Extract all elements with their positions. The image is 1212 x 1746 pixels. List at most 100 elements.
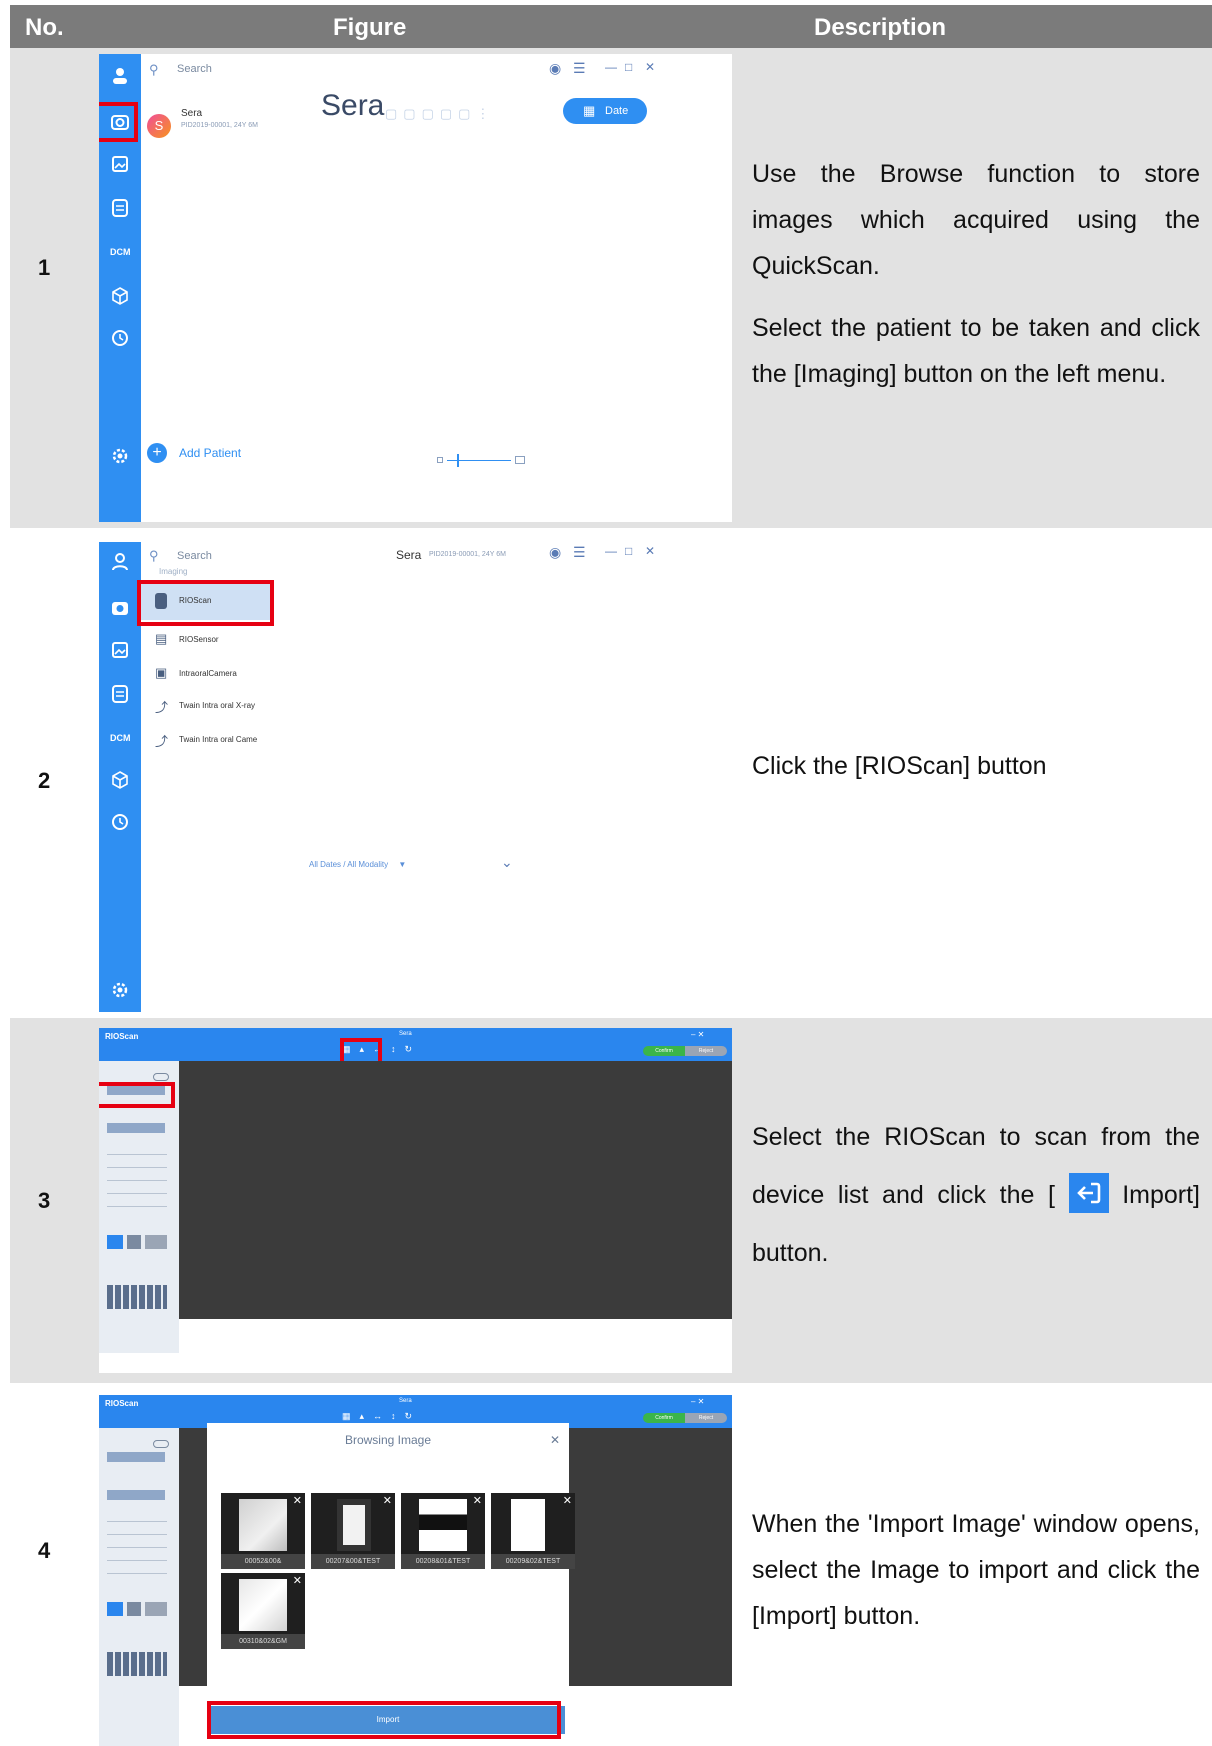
description-cell: When the 'Import Image' window opens, se…: [752, 1501, 1200, 1655]
person-icon[interactable]: [110, 66, 130, 86]
table-row: 3 RIOScan Sera ▦▴↔↕↻ – ✕ Confirm Reject: [10, 1018, 1212, 1383]
header-figure: Figure: [333, 14, 407, 41]
device-item-intraoral-camera[interactable]: ▣ IntraoralCamera: [141, 660, 286, 690]
device-item-twain-camera[interactable]: ⤴ Twain Intra oral Came: [141, 726, 286, 756]
avatar: S: [147, 114, 171, 138]
window-controls[interactable]: – ✕: [691, 1397, 704, 1406]
table-row: 4 RIOScan Sera ▦▴↔↕↻ – ✕ Confirm Reject …: [10, 1383, 1212, 1746]
chevron-down-icon[interactable]: ⌄: [501, 854, 513, 871]
device-toggle[interactable]: [153, 1440, 169, 1448]
date-button[interactable]: ▦ Date: [563, 98, 647, 124]
device-item-label: IntraoralCamera: [179, 669, 237, 678]
image-thumbnail[interactable]: ✕ 00207&00&TEST: [311, 1493, 395, 1569]
description-text: Use the Browse function to store images …: [752, 160, 1200, 280]
confirm-button[interactable]: Confirm: [643, 1046, 685, 1056]
window-title-name: Sera: [396, 548, 422, 562]
description-text: Select the RIOScan to scan from the devi…: [752, 1108, 1200, 1282]
add-patient-icon[interactable]: +: [147, 443, 167, 463]
table-row: 2 DCM ⚲ Search Imaging RIOScan ▤ RIOSens…: [10, 528, 1212, 1018]
close-icon[interactable]: ✕: [645, 60, 655, 74]
device-select[interactable]: [107, 1452, 165, 1462]
row-number: 1: [38, 255, 51, 280]
remove-icon[interactable]: ✕: [293, 1494, 302, 1507]
document-icon[interactable]: [110, 198, 130, 218]
layout-options[interactable]: [107, 1235, 167, 1249]
history-icon[interactable]: [110, 328, 130, 348]
camera-icon[interactable]: [110, 598, 130, 618]
zoom-slider[interactable]: [437, 454, 525, 468]
layout-options[interactable]: [107, 1602, 167, 1616]
close-icon[interactable]: ✕: [645, 544, 655, 558]
highlight-device-list: [99, 1082, 175, 1108]
adjust-sliders[interactable]: [107, 1146, 167, 1218]
app-sidebar: DCM: [99, 542, 141, 1012]
person-icon[interactable]: [110, 552, 130, 572]
search-icon[interactable]: ⚲: [149, 548, 159, 564]
user-icon[interactable]: ◉: [549, 60, 561, 77]
remove-icon[interactable]: ✕: [563, 1494, 572, 1507]
cube-icon[interactable]: [110, 770, 130, 790]
toolbar-icons[interactable]: ▦▴↔↕↻: [342, 1411, 421, 1422]
toolbar-icons[interactable]: ▢▢▢▢▢⋮: [385, 106, 495, 122]
minimize-icon[interactable]: —: [605, 544, 617, 558]
remove-icon[interactable]: ✕: [383, 1494, 392, 1507]
image-position-grid[interactable]: [107, 1285, 167, 1309]
maximize-icon[interactable]: □: [625, 60, 632, 74]
search-input[interactable]: Search: [177, 550, 212, 562]
image-thumbnail[interactable]: ✕ 00052&00&: [221, 1493, 305, 1569]
processing-select[interactable]: [107, 1490, 165, 1500]
import-icon: [1068, 1173, 1109, 1214]
device-toggle[interactable]: [153, 1073, 169, 1081]
dicom-icon[interactable]: DCM: [110, 242, 131, 262]
rioscan-titlebar: RIOScan Sera ▦▴↔↕↻ – ✕ Confirm Reject: [99, 1028, 732, 1061]
processing-select[interactable]: [107, 1123, 165, 1133]
window-controls[interactable]: – ✕: [691, 1030, 704, 1039]
document-icon[interactable]: [110, 684, 130, 704]
minimize-icon[interactable]: —: [605, 60, 617, 74]
image-thumbnail[interactable]: ✕ 00208&01&TEST: [401, 1493, 485, 1569]
thumbnail-caption: 00052&00&: [221, 1554, 305, 1569]
browsing-image-dialog: Browsing Image ✕ ✕ 00052&00& ✕ 00207&00&…: [207, 1423, 575, 1746]
confirm-button[interactable]: Confirm: [643, 1413, 685, 1423]
settings-icon[interactable]: [110, 980, 130, 1000]
maximize-icon[interactable]: □: [625, 544, 632, 558]
date-button-label: Date: [605, 105, 629, 117]
patient-title: Sera: [321, 89, 385, 122]
highlight-import-dialog-button: [207, 1701, 561, 1739]
image-thumbnail[interactable]: ✕ 00209&02&TEST: [491, 1493, 575, 1569]
image-position-grid[interactable]: [107, 1652, 167, 1676]
device-item-riosensor[interactable]: ▤ RIOSensor: [141, 626, 286, 656]
row-number: 2: [38, 768, 51, 793]
reject-button[interactable]: Reject: [685, 1413, 727, 1423]
image-icon[interactable]: [110, 640, 130, 660]
device-item-label: Twain Intra oral X-ray: [179, 701, 256, 710]
filter-label: All Dates / All Modality: [309, 860, 389, 869]
settings-icon[interactable]: [110, 446, 130, 466]
image-icon[interactable]: [110, 154, 130, 174]
search-icon[interactable]: ⚲: [149, 62, 159, 78]
cube-icon[interactable]: [110, 286, 130, 306]
search-input[interactable]: Search: [177, 63, 212, 75]
add-patient-button[interactable]: Add Patient: [179, 446, 241, 460]
dicom-icon[interactable]: DCM: [110, 728, 131, 748]
figure-browsing-image-window: RIOScan Sera ▦▴↔↕↻ – ✕ Confirm Reject Br…: [99, 1395, 732, 1746]
window-title: Sera: [399, 1398, 412, 1404]
remove-icon[interactable]: ✕: [473, 1494, 482, 1507]
network-icon[interactable]: ☰: [573, 544, 586, 561]
app-name: RIOScan: [105, 1399, 139, 1408]
history-icon[interactable]: [110, 812, 130, 832]
highlight-imaging-button: [99, 102, 138, 142]
remove-icon[interactable]: ✕: [293, 1574, 302, 1587]
adjust-sliders[interactable]: [107, 1513, 167, 1585]
filter-dropdown[interactable]: All Dates / All Modality ▼: [309, 860, 406, 869]
image-thumbnail[interactable]: ✕ 00310&02&GM: [221, 1573, 305, 1649]
network-icon[interactable]: ☰: [573, 60, 586, 77]
device-item-twain-xray[interactable]: ⤴ Twain Intra oral X-ray: [141, 692, 286, 722]
reject-button[interactable]: Reject: [685, 1046, 727, 1056]
sensor-icon: ▤: [155, 631, 168, 646]
app-name: RIOScan: [105, 1032, 139, 1041]
user-icon[interactable]: ◉: [549, 544, 561, 561]
description-cell: Click the [RIOScan] button: [752, 743, 1200, 805]
thumbnail-caption: 00208&01&TEST: [401, 1554, 485, 1569]
dialog-close-icon[interactable]: ✕: [550, 1433, 560, 1447]
